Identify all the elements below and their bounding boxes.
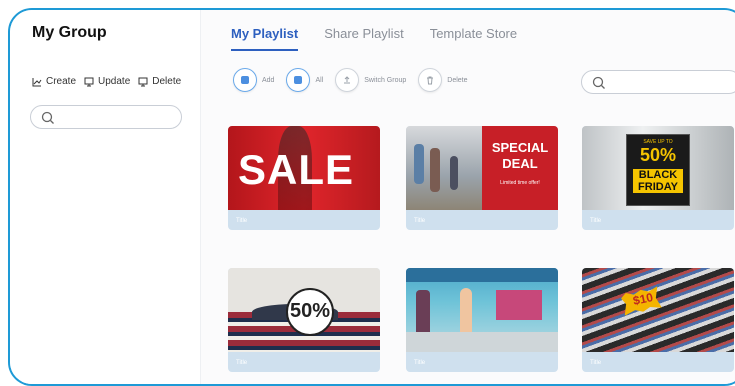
- special-deal-subtext: Limited time offer!: [500, 180, 540, 186]
- card-title: Title: [236, 218, 248, 224]
- add-icon: [241, 76, 249, 84]
- tab-template-store[interactable]: Template Store: [430, 26, 517, 51]
- playlist-card[interactable]: SAVE UP TO 50% BLACK FRIDAY Title: [582, 126, 734, 230]
- card-title: Title: [590, 218, 602, 224]
- card-title: Title: [590, 360, 602, 366]
- card-title: Title: [414, 218, 426, 224]
- sidebar: My Group Create Update Delete: [10, 10, 201, 384]
- playlist-card[interactable]: SALE Title: [228, 126, 380, 230]
- create-label: Create: [46, 76, 77, 87]
- delete-label: Delete: [447, 76, 468, 84]
- app-window: My Group Create Update Delete My Playlis…: [8, 8, 735, 386]
- card-title: Title: [236, 360, 248, 366]
- sidebar-actions: Create Update Delete: [32, 76, 181, 87]
- switch-group-icon: [344, 76, 351, 84]
- trash-icon: [427, 76, 434, 85]
- playlist-card[interactable]: $10 Title: [582, 268, 734, 372]
- black-friday-percent: 50%: [639, 145, 677, 165]
- sidebar-search-input[interactable]: [30, 105, 182, 129]
- tab-share-playlist[interactable]: Share Playlist: [324, 26, 403, 51]
- all-label: All: [315, 76, 324, 84]
- switch-group-label: Switch Group: [364, 76, 407, 84]
- delete-button[interactable]: Delete: [418, 68, 468, 92]
- create-button[interactable]: Create: [32, 76, 76, 87]
- sidebar-title: My Group: [32, 24, 107, 41]
- monitor-icon: [84, 77, 94, 86]
- black-friday-image: SAVE UP TO 50% BLACK FRIDAY: [582, 126, 734, 210]
- card-title: Title: [414, 360, 426, 366]
- monitor-icon: [138, 77, 148, 86]
- add-label: Add: [262, 76, 275, 84]
- delete-group-button[interactable]: Delete: [138, 76, 181, 87]
- tab-bar: My Playlist Share Playlist Template Stor…: [231, 26, 517, 51]
- tab-my-playlist[interactable]: My Playlist: [231, 26, 299, 51]
- add-button[interactable]: Add: [233, 68, 274, 92]
- delete-group-label: Delete: [152, 76, 182, 87]
- playlist-card[interactable]: SPECIAL DEAL Limited time offer! Title: [406, 126, 558, 230]
- clothing-rack-image: 50%: [228, 268, 380, 352]
- shopping-mall-image: [406, 268, 558, 352]
- search-icon: [41, 111, 54, 124]
- search-icon: [592, 76, 605, 89]
- update-button[interactable]: Update: [84, 76, 130, 87]
- main-panel: My Playlist Share Playlist Template Stor…: [201, 10, 735, 384]
- sale-text: SALE: [238, 146, 355, 193]
- sale-banner-image: SALE: [228, 126, 380, 210]
- black-friday-text: BLACK FRIDAY: [633, 169, 683, 193]
- sunglasses-image: $10: [582, 268, 734, 352]
- switch-group-button[interactable]: Switch Group: [335, 68, 406, 92]
- all-icon: [294, 76, 303, 84]
- all-button[interactable]: All: [286, 68, 323, 92]
- chart-icon: [32, 77, 42, 86]
- toolbar: Add All Switch Group Delete: [233, 68, 474, 92]
- search-input[interactable]: [581, 70, 735, 94]
- update-label: Update: [98, 76, 131, 87]
- special-deal-text: SPECIAL DEAL: [491, 140, 549, 171]
- playlist-card[interactable]: 50% Title: [228, 268, 380, 372]
- playlist-card[interactable]: Title: [406, 268, 558, 372]
- rack-50-text: 50%: [289, 300, 331, 322]
- special-deal-image: SPECIAL DEAL Limited time offer!: [406, 126, 558, 210]
